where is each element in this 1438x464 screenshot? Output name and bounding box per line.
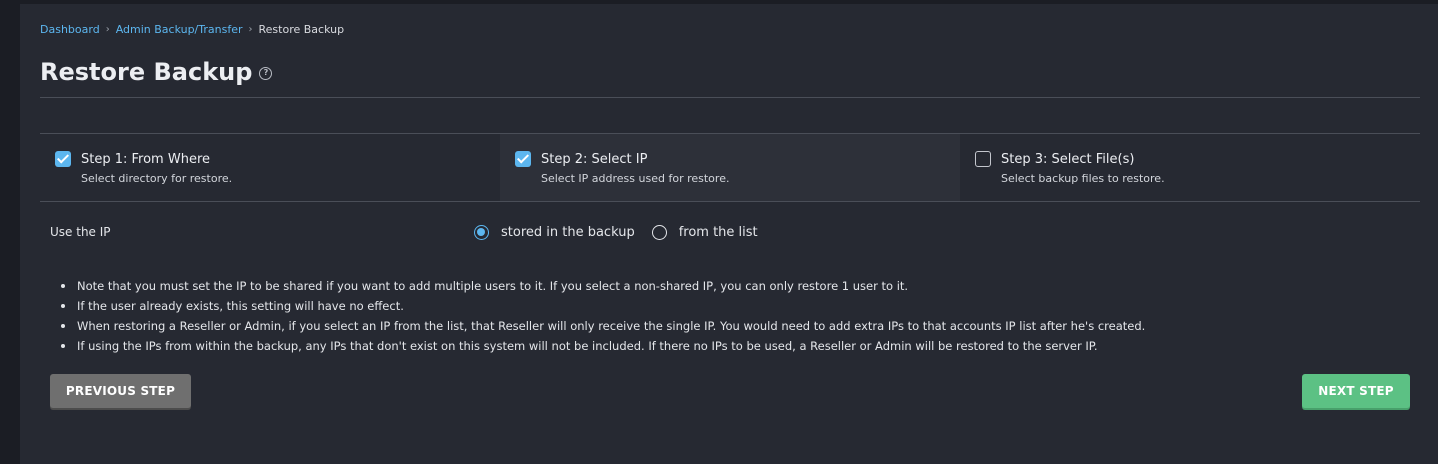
radio-stored-in-backup[interactable] — [474, 225, 489, 240]
wizard-steps: Step 1: From Where Select directory for … — [40, 134, 1420, 201]
next-step-button[interactable]: NEXT STEP — [1302, 374, 1410, 408]
ip-radio-group: stored in the backup from the list — [474, 225, 775, 240]
use-ip-label: Use the IP — [50, 225, 111, 239]
radio-option-from-list[interactable]: from the list — [651, 225, 758, 240]
breadcrumb-link-admin-backup-transfer[interactable]: Admin Backup/Transfer — [116, 23, 243, 36]
radio-label-from-list: from the list — [678, 225, 758, 240]
step-3-description: Select backup files to restore. — [1001, 172, 1165, 185]
previous-step-button[interactable]: PREVIOUS STEP — [50, 374, 191, 408]
step-2-title: Step 2: Select IP — [541, 152, 648, 167]
step-2-checkbox[interactable] — [515, 151, 531, 167]
step-1-description: Select directory for restore. — [81, 172, 233, 185]
radio-from-list[interactable] — [651, 225, 667, 240]
breadcrumb-current: Restore Backup — [258, 23, 345, 36]
breadcrumb-separator-icon: › — [105, 24, 110, 35]
page-title: Restore Backup — [40, 58, 253, 86]
radio-option-stored-in-backup[interactable]: stored in the backup — [474, 225, 635, 240]
note-item: When restoring a Reseller or Admin, if y… — [60, 316, 1420, 336]
page-title-row: Restore Backup ? — [40, 58, 273, 86]
step-1-title: Step 1: From Where — [81, 152, 211, 167]
radio-label-stored-in-backup: stored in the backup — [501, 225, 635, 240]
step-3-checkbox[interactable] — [975, 151, 991, 167]
step-3-title: Step 3: Select File(s) — [1001, 152, 1135, 167]
breadcrumb: Dashboard › Admin Backup/Transfer › Rest… — [40, 23, 344, 36]
steps-bottom-divider — [40, 201, 1420, 202]
step-1-from-where[interactable]: Step 1: From Where Select directory for … — [40, 134, 500, 201]
note-item: If using the IPs from within the backup,… — [60, 336, 1420, 356]
main-panel: Dashboard › Admin Backup/Transfer › Rest… — [20, 4, 1438, 464]
notes-list: Note that you must set the IP to be shar… — [60, 276, 1420, 356]
step-2-select-ip[interactable]: Step 2: Select IP Select IP address used… — [500, 134, 960, 201]
note-item: Note that you must set the IP to be shar… — [60, 276, 1420, 296]
step-2-description: Select IP address used for restore. — [541, 172, 730, 185]
step-1-checkbox[interactable] — [55, 151, 71, 167]
breadcrumb-separator-icon: › — [248, 24, 253, 35]
help-icon[interactable]: ? — [259, 66, 273, 80]
note-item: If the user already exists, this setting… — [60, 296, 1420, 316]
title-divider — [40, 97, 1420, 98]
breadcrumb-link-dashboard[interactable]: Dashboard — [40, 23, 100, 36]
step-3-select-files[interactable]: Step 3: Select File(s) Select backup fil… — [960, 134, 1420, 201]
